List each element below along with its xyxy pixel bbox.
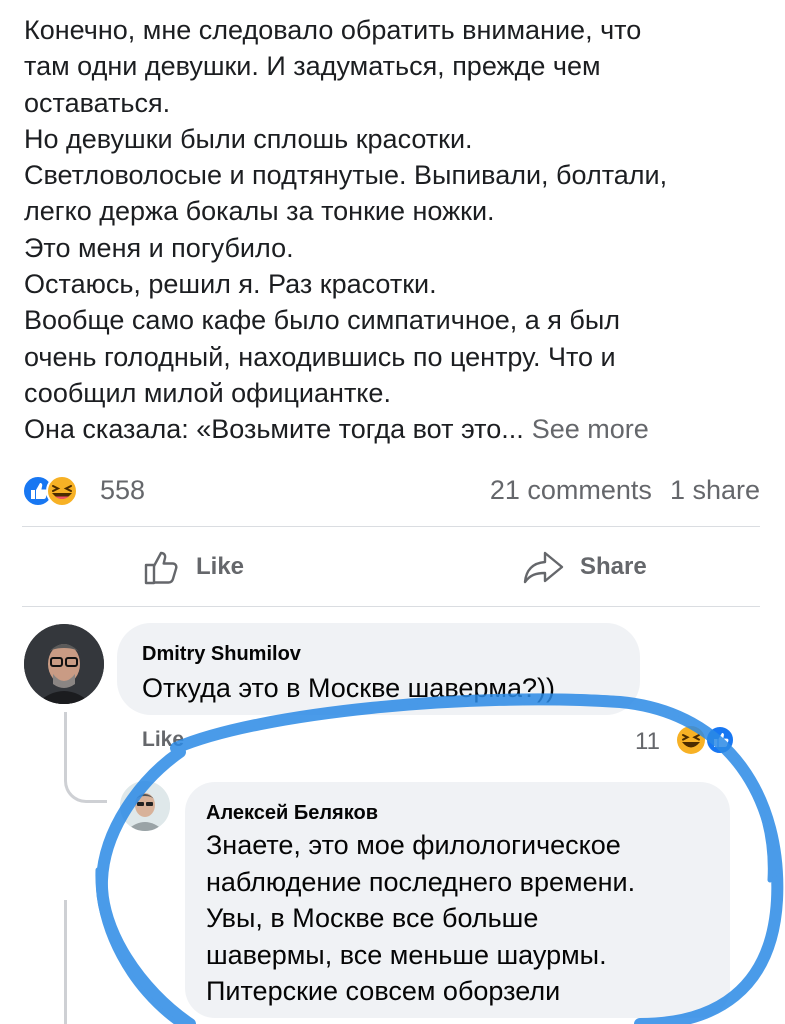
- post-line: Вообще само кафе было симпатичное, а я б…: [24, 305, 621, 336]
- avatar[interactable]: [120, 781, 170, 831]
- thumbs-up-icon: [144, 551, 178, 585]
- post-text: Конечно, мне следовало обратить внимание…: [24, 12, 769, 448]
- see-more-link[interactable]: See more: [532, 414, 649, 444]
- reply-connector: [64, 760, 107, 803]
- shares-count[interactable]: 1 share: [670, 475, 760, 505]
- post-stats: 558 21 comments 1 share: [22, 470, 760, 510]
- reply-line: Знаете, это мое филологическое: [206, 830, 621, 860]
- comment-reactions[interactable]: [676, 723, 738, 757]
- like-button[interactable]: Like: [142, 544, 244, 590]
- person-photo-icon: [120, 781, 170, 831]
- comment-bubble: Dmitry Shumilov Откуда это в Москве шаве…: [117, 623, 640, 715]
- reply-line: шавермы, все меньше шаурмы.: [206, 939, 607, 970]
- share-label: Share: [580, 553, 647, 580]
- post-line: легко держа бокалы за тонкие ножки.: [24, 196, 495, 227]
- avatar[interactable]: [24, 624, 104, 704]
- comment-author[interactable]: Dmitry Shumilov: [142, 643, 301, 666]
- thread-line: [64, 900, 67, 1024]
- divider: [22, 526, 760, 527]
- post-line: Это меня и погубило.: [24, 232, 294, 263]
- thread-line: [64, 712, 67, 764]
- reply-line: Увы, в Москве все больше: [206, 903, 539, 933]
- like-label: Like: [196, 553, 245, 580]
- post-line: оставаться.: [24, 87, 171, 118]
- post-last-text: Она сказала: «Возьмите тогда вот это...: [24, 414, 524, 445]
- share-arrow-icon: [523, 551, 564, 584]
- divider: [22, 606, 760, 607]
- comment-text: Откуда это в Москве шаверма?)): [142, 673, 555, 703]
- post-line: там одни девушки. И задуматься, прежде ч…: [24, 51, 601, 82]
- post-line: Светловолосые и подтянутые. Выпивали, бо…: [24, 160, 668, 191]
- comment-like-link[interactable]: Like: [142, 728, 184, 752]
- post-line: Но девушки были сплошь красотки.: [24, 123, 473, 154]
- reply-author[interactable]: Алексей Беляков: [206, 802, 378, 825]
- comment-reaction-count[interactable]: 11: [635, 728, 660, 756]
- comment-share-counts: 21 comments 1 share: [490, 475, 760, 506]
- reply-text: Знаете, это мое филологическое наблюдени…: [206, 827, 635, 1010]
- reaction-count[interactable]: 558: [100, 475, 145, 506]
- reply-line: наблюдение последнего времени.: [206, 866, 636, 897]
- haha-reaction-icon: [677, 726, 705, 754]
- post-line: Остаюсь, решил я. Раз красотки.: [24, 269, 437, 300]
- post-line: Конечно, мне следовало обратить внимание…: [24, 15, 642, 45]
- person-photo-icon: [24, 624, 104, 704]
- reply-bubble: Алексей Беляков Знаете, это мое филологи…: [185, 782, 730, 1018]
- haha-reaction-icon: [46, 475, 78, 507]
- post-line: очень голодный, находившись по центру. Ч…: [24, 341, 616, 372]
- share-button[interactable]: Share: [522, 544, 647, 590]
- post-line-last: Она сказала: «Возьмите тогда вот это... S…: [24, 411, 769, 447]
- reaction-icons[interactable]: [22, 471, 94, 511]
- like-reaction-icon: [705, 725, 735, 755]
- post-line: сообщил милой официантке.: [24, 377, 391, 408]
- comments-count[interactable]: 21 comments: [490, 475, 652, 505]
- reply-line: Питерские совсем оборзели: [206, 976, 561, 1006]
